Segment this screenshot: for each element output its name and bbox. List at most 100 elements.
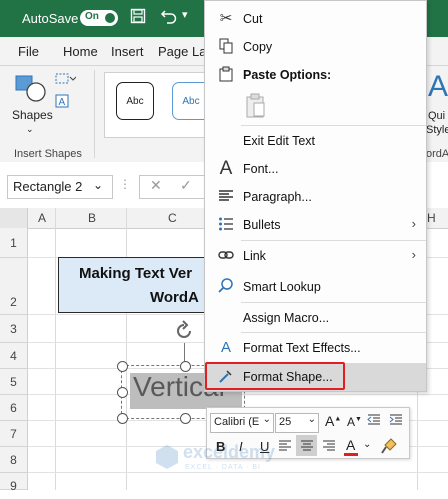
decrease-font-size-icon[interactable]: A▼: [347, 415, 362, 429]
resize-handle[interactable]: [117, 413, 128, 424]
menu-item-label: Paste Options:: [243, 68, 332, 82]
tab-file[interactable]: File: [18, 44, 39, 59]
exceldemy-watermark: exceldemy EXCEL · DATA · BI: [155, 440, 305, 480]
menu-item-assign-macro[interactable]: Assign Macro...: [205, 304, 426, 332]
menu-item-paragraph[interactable]: Paragraph...: [205, 183, 426, 211]
row-header-7[interactable]: 7: [0, 421, 28, 447]
menu-item-label: Paragraph...: [243, 190, 312, 204]
resize-handle[interactable]: [117, 387, 128, 398]
sheet-title-box[interactable]: Making Text Ver WordA: [58, 257, 216, 313]
autosave-toggle[interactable]: On: [80, 10, 118, 26]
shapes-dropdown-icon[interactable]: ⌄: [26, 124, 34, 135]
column-divider: [126, 208, 127, 490]
watermark-brand: exceldemy: [183, 442, 276, 462]
font-name-box[interactable]: Calibri (E ⌄: [210, 413, 274, 433]
menu-item-bullets[interactable]: Bullets ›: [205, 211, 426, 239]
menu-separator: [241, 332, 426, 333]
name-box-dropdown-icon[interactable]: ⌄: [93, 178, 103, 192]
link-icon: [217, 247, 235, 265]
menu-item-label: Exit Edit Text: [243, 134, 316, 148]
row-header-6[interactable]: 6: [0, 395, 28, 421]
menu-item-label: Copy: [243, 40, 273, 54]
row-header-3[interactable]: 3: [0, 315, 28, 343]
quick-styles-label-2[interactable]: Style: [426, 124, 448, 136]
watermark-tagline: EXCEL · DATA · BI: [185, 464, 261, 471]
formula-bar-grip-icon: ⋮: [119, 177, 131, 191]
tab-page-layout[interactable]: Page La: [158, 44, 206, 59]
name-box-value: Rectangle 2: [13, 179, 83, 194]
resize-handle[interactable]: [180, 413, 191, 424]
row-header-1[interactable]: 1: [0, 228, 28, 258]
rotate-handle-icon[interactable]: [173, 320, 195, 345]
font-color-dropdown-icon[interactable]: ⌄: [363, 439, 371, 450]
row-header-9[interactable]: 9: [0, 473, 28, 493]
format-painter-icon[interactable]: [381, 438, 397, 457]
tab-insert[interactable]: Insert: [111, 44, 144, 59]
group-divider: [94, 70, 95, 158]
font-size-value: 25: [279, 416, 292, 428]
font-color-bar: [344, 453, 358, 456]
paste-icon: [217, 66, 235, 84]
svg-text:A: A: [59, 97, 66, 108]
menu-separator: [241, 302, 426, 303]
insert-shapes-group-label: Insert Shapes: [14, 148, 82, 160]
menu-item-link[interactable]: Link ›: [205, 242, 426, 270]
undo-dropdown-icon[interactable]: ▾: [182, 8, 188, 21]
menu-item-label: Smart Lookup: [243, 280, 321, 294]
row-header-8[interactable]: 8: [0, 447, 28, 473]
menu-item-label: Cut: [243, 12, 263, 26]
resize-handle[interactable]: [180, 361, 191, 372]
shapes-icon[interactable]: [14, 74, 48, 107]
font-size-box[interactable]: 25 ⌄: [275, 413, 319, 433]
menu-item-cut[interactable]: ✂ Cut: [205, 5, 426, 33]
menu-item-format-text-effects[interactable]: A Format Text Effects...: [205, 334, 426, 362]
submenu-arrow-icon: ›: [411, 247, 416, 262]
font-icon: A: [219, 158, 233, 179]
save-icon[interactable]: [130, 8, 146, 28]
scissors-icon: ✂: [219, 10, 233, 27]
exceldemy-logo-icon: [155, 444, 179, 473]
shapes-button-label[interactable]: Shapes: [12, 108, 53, 122]
align-right-icon[interactable]: [322, 439, 336, 456]
autosave-toggle-state: On: [85, 11, 99, 22]
row-header-4[interactable]: 4: [0, 343, 28, 369]
column-header-b[interactable]: B: [88, 211, 96, 225]
edit-shape-icon[interactable]: [54, 72, 77, 89]
menu-separator: [241, 240, 426, 241]
column-header-h[interactable]: H: [427, 211, 436, 225]
menu-item-smart-lookup[interactable]: Smart Lookup: [205, 273, 426, 301]
enter-icon[interactable]: ✓: [180, 177, 192, 194]
menu-item-font[interactable]: A Font...: [205, 155, 426, 183]
undo-icon[interactable]: [160, 7, 178, 29]
select-all-corner[interactable]: [0, 208, 28, 228]
paste-clipboard-icon[interactable]: [245, 93, 267, 122]
menu-item-exit-edit-text[interactable]: Exit Edit Text: [205, 127, 426, 155]
column-divider: [55, 208, 56, 490]
text-box-icon[interactable]: A: [55, 94, 69, 111]
menu-item-paste-options: Paste Options:: [205, 61, 426, 89]
menu-item-label: Font...: [243, 162, 279, 176]
smart-lookup-icon: [217, 278, 235, 296]
tab-home[interactable]: Home: [63, 44, 98, 59]
column-header-c[interactable]: C: [168, 211, 177, 225]
increase-indent-icon[interactable]: [389, 413, 403, 430]
font-color-button[interactable]: A: [346, 437, 355, 453]
row-header-2[interactable]: 2: [0, 258, 28, 315]
resize-handle[interactable]: [117, 361, 128, 372]
decrease-indent-icon[interactable]: [367, 413, 381, 430]
menu-item-label: Bullets: [243, 218, 281, 232]
menu-item-copy[interactable]: Copy: [205, 33, 426, 61]
sheet-title-line-2: WordA: [150, 289, 199, 306]
font-name-dropdown-icon: ⌄: [262, 414, 271, 425]
cancel-icon[interactable]: ✕: [150, 177, 162, 194]
quick-styles-icon[interactable]: A: [428, 70, 448, 104]
shape-style-sample-1[interactable]: Abc: [116, 82, 154, 120]
format-shape-highlight-box: [205, 362, 345, 390]
row-header-5[interactable]: 5: [0, 369, 28, 395]
copy-icon: [217, 38, 235, 56]
sheet-title-line-1: Making Text Ver: [79, 265, 193, 282]
column-header-a[interactable]: A: [38, 211, 46, 225]
increase-font-size-icon[interactable]: A▲: [325, 413, 341, 429]
quick-styles-label[interactable]: Qui: [428, 110, 445, 122]
font-name-value: Calibri (E: [214, 416, 260, 428]
